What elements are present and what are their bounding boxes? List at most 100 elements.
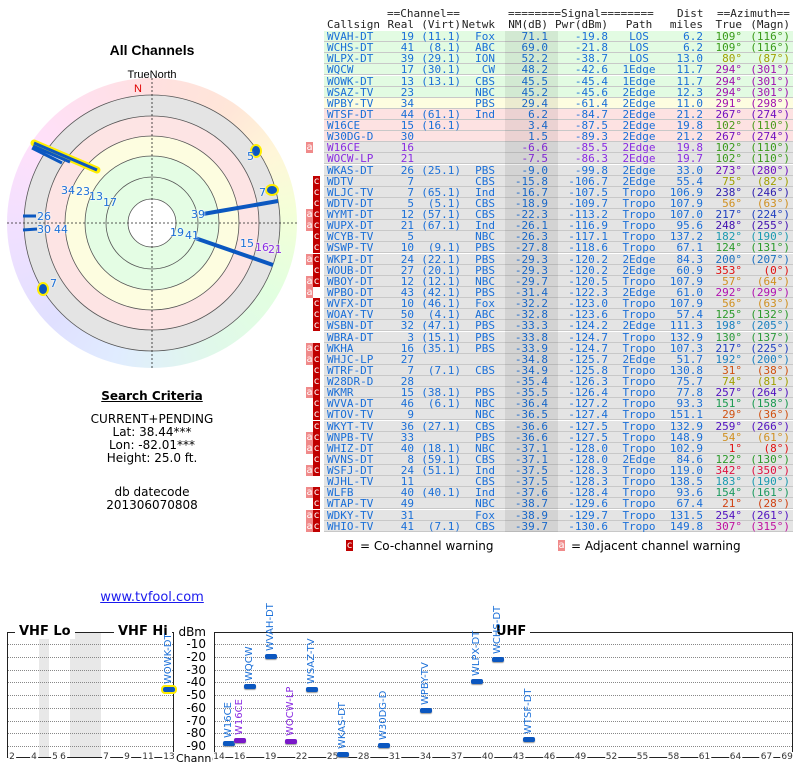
adjacent-channel-warning-icon: a — [306, 342, 313, 354]
table-cell: CW — [481, 63, 495, 77]
signal-bar — [233, 738, 246, 744]
table-cell: 217° — [715, 341, 743, 355]
x-tick-label: 11 — [141, 752, 155, 762]
co-channel-legend-text: = Co-channel warning — [360, 539, 494, 553]
table-cell: 2Edge — [622, 252, 656, 266]
table-cell: -42.6 — [574, 63, 608, 77]
table-cell: 32 — [400, 319, 414, 333]
column-header: (Magn) — [750, 18, 790, 31]
signal-bar — [471, 678, 484, 684]
table-cell: 31 — [400, 508, 414, 522]
table-row: WDKY-TV 31 Fox -38.9 -129.7 Tropo 131.5 254° (26… — [324, 508, 793, 522]
table-cell: (30.1) — [421, 63, 461, 77]
table-cell: 41 — [400, 519, 414, 533]
table-row: WSWP-TV 10 (9.1) PBS -27.8 -118.6 Tropo 67.1 124… — [324, 241, 793, 255]
grid-line-uhf — [215, 720, 792, 722]
table-cell: (25.1) — [421, 163, 461, 177]
table-cell: WDKY-TV — [327, 508, 374, 522]
adjacent-channel-legend-text: = Adjacent channel warning — [571, 539, 741, 553]
signal-bar — [285, 739, 298, 745]
x-tick-label: 2 — [8, 752, 16, 762]
nm-column-shade — [505, 31, 558, 532]
polar-channel-label: 16 — [255, 241, 269, 254]
table-cell: (137°) — [750, 330, 790, 344]
tvfool-link[interactable]: www.tvfool.com — [0, 590, 304, 605]
x-tick-label: 16 — [232, 752, 247, 762]
table-cell: (315°) — [750, 519, 790, 533]
co-channel-warning-icon: c — [313, 242, 320, 254]
adjacent-channel-warning-icon: a — [306, 442, 313, 454]
x-tick-label: 31 — [387, 752, 402, 762]
co-channel-warning-icon: c — [313, 220, 320, 232]
table-cell: PBS — [475, 330, 495, 344]
polar-channel-label: 41 — [185, 229, 199, 242]
co-channel-warning-icon: c — [313, 231, 320, 243]
table-cell: -120.2 — [568, 252, 608, 266]
x-tick-label: 58 — [666, 752, 681, 762]
table-row: WBRA-DT 3 (15.1) PBS -33.8 -124.7 Tropo 132.9 13… — [324, 330, 793, 344]
polar-channel-label: 15 — [240, 237, 254, 250]
column-header: miles — [669, 18, 703, 31]
table-cell: NBC — [475, 497, 495, 511]
co-channel-warning-icon: c — [313, 175, 320, 187]
grid-line-uhf — [215, 644, 792, 645]
table-cell: 107.3 — [669, 341, 703, 355]
column-header: Pwr(dBm) — [555, 18, 608, 31]
x-tick-label: 22 — [294, 752, 309, 762]
table-cell: 131.5 — [669, 508, 703, 522]
table-cell: -45.6 — [574, 85, 608, 99]
co-channel-warning-icon: c — [313, 342, 320, 354]
table-cell: (261°) — [750, 508, 790, 522]
table-cell: 198° — [715, 319, 743, 333]
table-cell: (301°) — [750, 85, 790, 99]
column-header: NM(dB) — [508, 18, 548, 31]
table-cell: (7.1) — [427, 363, 461, 377]
datecode-label: db datecode — [114, 485, 190, 499]
latitude: Lat: 38.44*** — [112, 425, 192, 439]
table-cell: (16.1) — [421, 119, 461, 133]
signal-bar — [522, 737, 535, 743]
adjacent-channel-warning-icon: a — [306, 465, 313, 477]
co-channel-warning-icon: c — [313, 487, 320, 499]
table-cell: 1Edge — [622, 74, 656, 88]
table-cell: (205°) — [750, 319, 790, 333]
table-cell: 2Edge — [622, 163, 656, 177]
station-label: WCHS-DT — [491, 605, 503, 655]
station-label: WKAS-DT — [336, 702, 348, 749]
co-channel-warning-icon: c — [313, 264, 320, 276]
x-tick-label: 64 — [728, 752, 743, 762]
table-cell: WOWK-DT — [327, 74, 374, 88]
table-cell: PBS — [475, 252, 495, 266]
table-cell: 102° — [715, 152, 743, 166]
grid-line-vhf — [8, 695, 173, 696]
table-cell: (13.1) — [421, 74, 461, 88]
x-tick-label: 69 — [780, 752, 794, 762]
table-cell: -124.2 — [568, 319, 608, 333]
co-channel-warning-icon: c — [313, 353, 320, 365]
table-cell: 67.1 — [676, 241, 704, 255]
x-tick-label: 14 — [212, 752, 226, 762]
adjacent-channel-warning-icon: a — [306, 275, 313, 287]
table-cell: (22.1) — [421, 252, 461, 266]
table-cell: PBS — [475, 241, 495, 255]
table-cell: WBRA-DT — [327, 330, 374, 344]
table-cell: Fox — [475, 508, 495, 522]
grid-line-uhf — [215, 669, 792, 671]
grid-line-vhf — [8, 707, 173, 709]
signal-bar — [161, 685, 177, 695]
table-cell: 19.7 — [676, 152, 704, 166]
table-cell: 26 — [400, 163, 414, 177]
column-header: Netwk — [461, 18, 495, 31]
table-cell: WTAP-TV — [327, 497, 374, 511]
table-cell: 132.9 — [669, 330, 703, 344]
table-cell: (225°) — [750, 341, 790, 355]
grid-line-vhf — [8, 720, 173, 722]
polar-channel-label: 7 — [50, 277, 57, 290]
table-cell: NBC — [475, 408, 495, 422]
co-channel-warning-icon: c — [313, 509, 320, 521]
signal-bar — [336, 752, 349, 757]
column-header: True — [715, 18, 743, 31]
table-cell: -129.7 — [568, 508, 608, 522]
polar-channel-label: 34 — [61, 184, 75, 197]
table-cell: (27.1) — [421, 419, 461, 433]
